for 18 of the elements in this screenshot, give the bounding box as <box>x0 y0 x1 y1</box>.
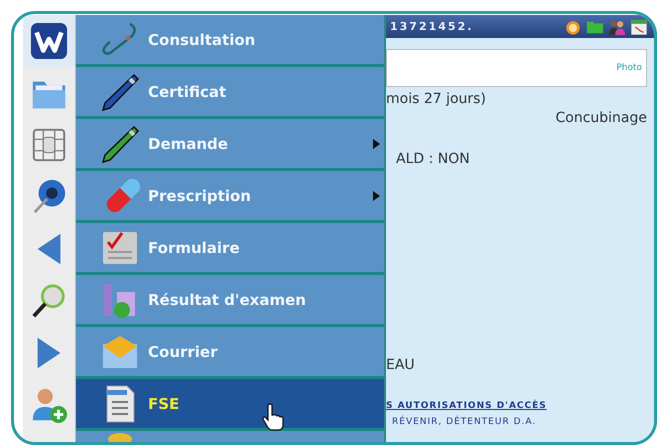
logo-icon[interactable] <box>30 22 68 60</box>
photo-link[interactable]: Photo <box>616 63 642 73</box>
info-text: mois 27 jours) <box>386 91 487 107</box>
hand-cursor-icon <box>262 403 284 431</box>
pen-icon <box>100 124 140 164</box>
info-text: Concubinage <box>555 110 647 126</box>
menu-item[interactable]: FSE <box>76 379 384 431</box>
chip-card-icon[interactable] <box>30 126 68 164</box>
info-text: EAU <box>386 357 416 373</box>
info-text: ALD : NON <box>396 151 471 167</box>
coin-icon <box>108 433 132 442</box>
add-user-icon[interactable] <box>30 386 68 424</box>
pen-icon <box>100 72 140 112</box>
info-text: RÉVENIR, DÉTENTEUR D.A. <box>392 417 538 427</box>
calendar-icon[interactable] <box>630 18 648 36</box>
people-icon[interactable] <box>608 18 626 36</box>
patient-number: 13721452. <box>390 20 474 33</box>
access-link[interactable]: S AUTORISATIONS D'ACCÈS <box>386 401 654 411</box>
